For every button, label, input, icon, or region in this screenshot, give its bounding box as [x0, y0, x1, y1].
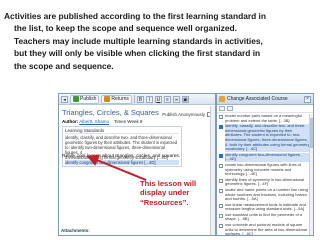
standard-checkbox[interactable] — [219, 163, 223, 168]
standard-checkbox[interactable] — [219, 178, 223, 183]
callout-line: “Resources”. — [140, 197, 189, 207]
editor-toolbar: ◂ Publish Returns B I U ≡ ∞ ▣ — [59, 94, 215, 105]
standard-list-item[interactable]: locate and name points on a number line … — [219, 186, 311, 202]
publish-icon — [73, 96, 79, 102]
intro-line: Teachers may include multiple learning s… — [14, 35, 263, 46]
standard-list-item[interactable]: use standard units to find the perimeter… — [219, 211, 311, 222]
standard-checkbox[interactable] — [219, 188, 223, 193]
image-icon[interactable]: ▣ — [181, 95, 189, 103]
standard-checkbox[interactable] — [219, 203, 223, 208]
standard-line: identify congruent two-dimensional figur… — [65, 160, 179, 165]
activity-editor-window: ◂ Publish Returns B I U ≡ ∞ ▣ Triangles,… — [58, 93, 216, 236]
standard-checkbox[interactable] — [219, 224, 223, 229]
publish-anonymously-label: Publish Anonymously — [162, 111, 205, 117]
author-name[interactable]: Albertt, Shamo — [79, 119, 109, 124]
learning-standards-box[interactable]: Learning Standards identify, classify, a… — [62, 126, 182, 167]
underline-icon[interactable]: U — [154, 95, 162, 103]
learning-standards-header: Learning Standards — [65, 128, 179, 134]
publish-anonymously-option[interactable]: Publish Anonymously — [162, 112, 212, 117]
bold-icon[interactable]: B — [136, 95, 144, 103]
author-row: Author: Albertt, Shamo Times Week 8 — [62, 119, 212, 124]
standard-checkbox[interactable] — [219, 115, 223, 119]
returns-button-label: Returns — [111, 96, 129, 102]
standard-item-text: identify, classify, and describe two- an… — [225, 123, 311, 152]
panel-title-bar: Change Associated Course × — [217, 94, 313, 105]
scrollbar-thumb[interactable] — [310, 118, 313, 148]
list-icon[interactable]: ≡ — [163, 95, 171, 103]
toolbar-divider — [133, 95, 135, 103]
activity-body-text[interactable]: Really cool lesson about triangles, circ… — [62, 154, 212, 159]
panel-toolbar — [217, 105, 313, 113]
standard-item-text: use concrete and pictorial models of squ… — [225, 222, 308, 236]
returns-button[interactable]: Returns — [101, 94, 132, 104]
collapse-icon[interactable] — [227, 106, 233, 111]
standard-list-item[interactable]: identify congruent two-dimensional figur… — [219, 152, 311, 162]
standard-checkbox[interactable] — [219, 213, 223, 218]
author-label: Author: — [62, 119, 79, 124]
standard-item-text: use linear measurement tools to estimate… — [225, 201, 306, 212]
attachments-label[interactable]: Attachments: — [61, 228, 90, 233]
standard-list-item[interactable]: identify lines of symmetry in two-dimens… — [219, 176, 311, 187]
publish-button[interactable]: Publish — [70, 94, 100, 104]
standard-list-item[interactable]: use linear measurement tools to estimate… — [219, 201, 311, 212]
italic-icon[interactable]: I — [145, 95, 153, 103]
panel-scrollbar[interactable] — [309, 114, 313, 235]
publish-button-label: Publish — [80, 96, 97, 102]
intro-line: but they will only be visible when click… — [14, 48, 261, 59]
standard-checkbox[interactable] — [219, 125, 223, 130]
standard-item-text: create two-dimensional figures with line… — [225, 161, 302, 177]
callout-text: This lesson will display under “Resource… — [140, 179, 206, 207]
close-icon[interactable]: × — [304, 95, 311, 103]
intro-line: the list, to keep the scope and sequence… — [14, 23, 237, 34]
standard-item-text: locate and name points on a number line … — [225, 186, 308, 202]
callout-line: display under — [140, 188, 190, 198]
intro-text: Activities are published according to th… — [4, 10, 316, 72]
callout-line: This lesson will — [140, 179, 197, 188]
standards-list: model number pairs based on a meaningful… — [217, 113, 313, 236]
returns-icon — [104, 96, 111, 102]
author-date: Times Week 8 — [113, 119, 143, 124]
back-icon[interactable]: ◂ — [61, 95, 68, 103]
standard-checkbox[interactable] — [219, 153, 223, 158]
standard-item-text: identify lines of symmetry in two-dimens… — [225, 176, 305, 187]
standard-list-item[interactable]: use concrete and pictorial models of squ… — [219, 222, 311, 236]
standard-item-text: model number pairs based on a meaningful… — [225, 113, 302, 123]
editor-title-row: Triangles, Circles, & Squares Publish An… — [62, 108, 212, 117]
link-icon[interactable]: ∞ — [172, 95, 180, 103]
standard-list-item[interactable]: model number pairs based on a meaningful… — [219, 113, 311, 123]
panel-title: Change Associated Course — [227, 96, 288, 102]
activity-title[interactable]: Triangles, Circles, & Squares — [62, 108, 159, 117]
expand-icon[interactable] — [219, 106, 225, 111]
standard-item-text: identify congruent two-dimensional figur… — [225, 152, 311, 162]
standard-item-text: use standard units to find the perimeter… — [225, 211, 303, 222]
standard-list-item[interactable]: create two-dimensional figures with line… — [219, 161, 311, 177]
change-associated-course-panel: Change Associated Course × model number … — [216, 93, 314, 236]
standard-list-item[interactable]: identify, classify, and describe two- an… — [219, 123, 311, 152]
intro-line: the scope and sequence. — [14, 60, 114, 71]
editor-scrollbar[interactable] — [210, 106, 215, 235]
course-icon — [219, 96, 225, 102]
intro-line: Activities are published according to th… — [4, 11, 267, 21]
